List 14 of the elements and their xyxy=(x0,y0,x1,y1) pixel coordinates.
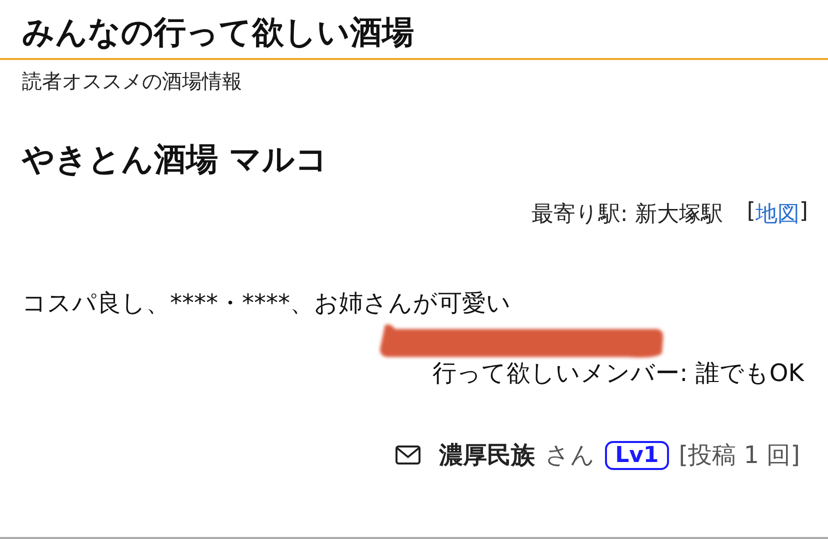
wanted-members: 行って欲しいメンバー: 誰でもOK xyxy=(432,358,804,389)
bracket: ] xyxy=(799,199,808,226)
level-badge: Lv1 xyxy=(605,440,669,470)
site-title: みんなの行って欲しい酒場 xyxy=(22,12,415,52)
poster-name: 濃厚民族 xyxy=(439,440,536,471)
bracket: [ xyxy=(746,199,756,226)
shop-name: やきとん酒場 マルコ xyxy=(22,139,330,179)
site-subtitle: 読者オススメの酒場情報 xyxy=(22,68,243,95)
honorific: さん xyxy=(545,440,596,471)
shop-comment: コスパ良し、****・****、お姉さんが可愛い xyxy=(22,288,512,319)
nearest-station: 最寄り駅: 新大塚駅 xyxy=(531,201,723,229)
mail-icon[interactable] xyxy=(395,445,422,465)
map-link[interactable]: 地図 xyxy=(755,199,800,229)
post-count: [投稿 1 回] xyxy=(678,440,800,471)
